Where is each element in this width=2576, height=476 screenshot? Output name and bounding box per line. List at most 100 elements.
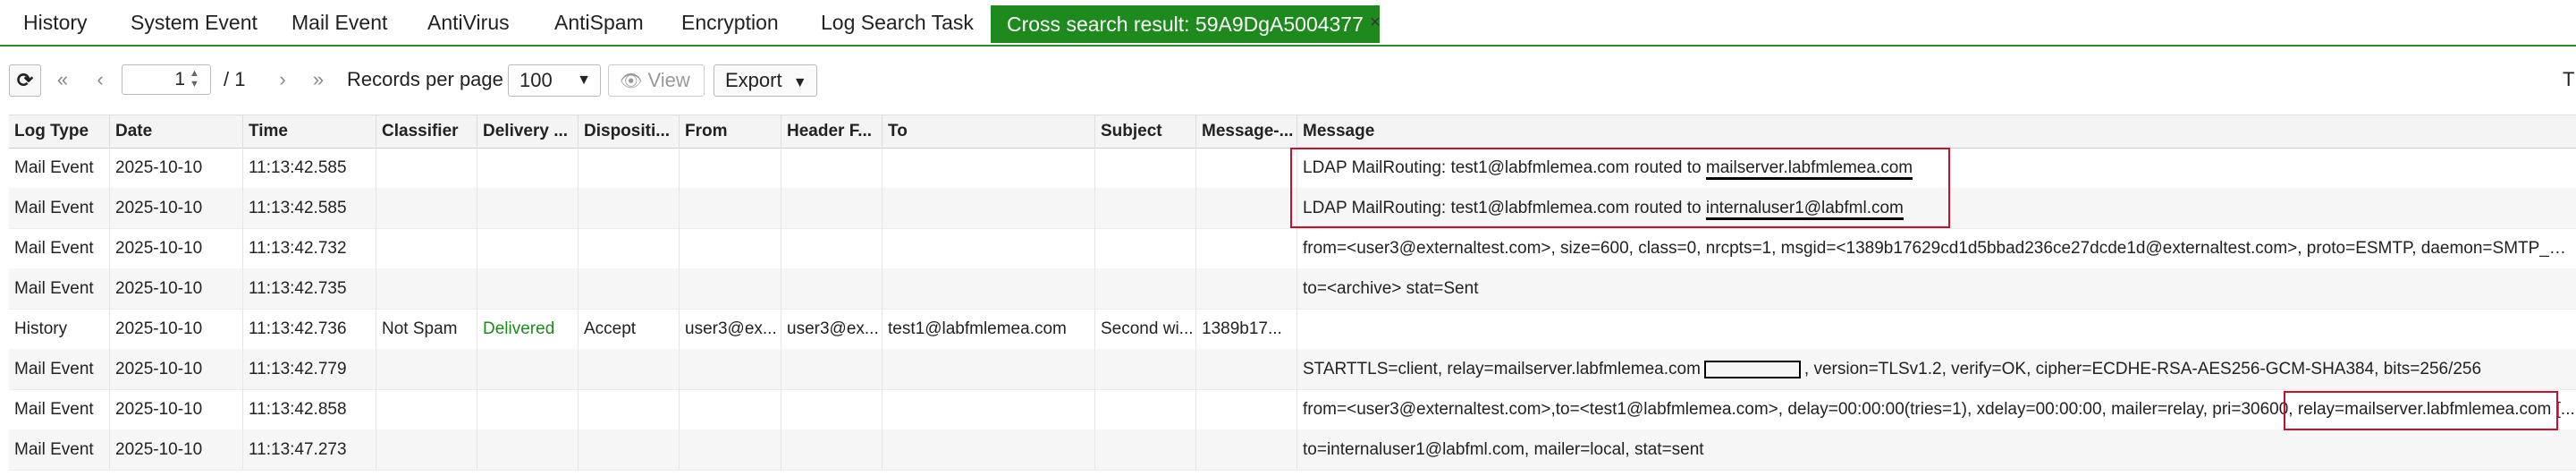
cell-message-id — [1196, 228, 1297, 268]
cell-message-id — [1196, 188, 1297, 228]
tab-mail-event[interactable]: Mail Event — [291, 7, 387, 38]
tab-system-event[interactable]: System Event — [131, 7, 258, 38]
cell-delivery — [477, 228, 579, 268]
column-header-header-from[interactable]: Header F... — [781, 115, 883, 148]
view-button[interactable]: 👁 View — [608, 64, 705, 97]
table-row[interactable]: Mail Event 2025-10-10 11:13:42.735 to=<arch… — [9, 268, 2576, 310]
first-page-icon[interactable]: « — [50, 64, 75, 95]
page-spinner-icon[interactable]: ▲ ▼ — [190, 68, 199, 89]
chevron-down-icon: ▼ — [577, 72, 591, 88]
table-row[interactable]: Mail Event 2025-10-10 11:13:42.585 LDAP Mai… — [9, 188, 2576, 229]
tab-history[interactable]: History — [23, 7, 88, 38]
cell-message-id — [1196, 268, 1297, 309]
log-tab-bar: History System Event Mail Event AntiViru… — [0, 0, 2576, 47]
cell-classifier — [376, 148, 477, 188]
cell-classifier — [376, 349, 477, 389]
cell-delivery — [477, 188, 579, 228]
records-per-page-value: 100 — [519, 69, 553, 91]
cell-delivery — [477, 268, 579, 309]
table-row[interactable]: Mail Event 2025-10-10 11:13:42.585 LDAP Mai… — [9, 148, 2576, 189]
tab-encryption[interactable]: Encryption — [681, 7, 779, 38]
cell-message-id — [1196, 389, 1297, 429]
cell-header-from — [781, 429, 883, 470]
cell-time: 11:13:42.858 — [243, 389, 376, 429]
tab-log-search-task[interactable]: Log Search Task — [821, 7, 974, 38]
cell-log-type: Mail Event — [9, 148, 110, 188]
cell-log-type: Mail Event — [9, 228, 110, 268]
column-header-subject[interactable]: Subject — [1095, 115, 1196, 148]
cell-to — [883, 349, 1095, 389]
cell-to — [883, 389, 1095, 429]
next-page-icon[interactable]: › — [270, 64, 295, 95]
cell-time: 11:13:42.735 — [243, 268, 376, 309]
cell-message: to=internaluser1@labfml.com, mailer=loca… — [1297, 429, 2576, 470]
cell-header-from — [781, 268, 883, 309]
tab-cross-search-result[interactable]: Cross search result: 59A9DgA5004377 — [991, 5, 1380, 43]
cell-header-from — [781, 148, 883, 188]
cell-subject — [1095, 228, 1196, 268]
cell-disposition — [579, 228, 680, 268]
cell-disposition — [579, 349, 680, 389]
tab-antispam[interactable]: AntiSpam — [554, 7, 644, 38]
cell-to — [883, 268, 1095, 309]
cell-subject — [1095, 349, 1196, 389]
cell-disposition — [579, 429, 680, 470]
cell-from — [680, 148, 781, 188]
column-header-classifier[interactable]: Classifier — [376, 115, 477, 148]
refresh-icon[interactable]: ⟳ — [9, 64, 41, 97]
cell-message: LDAP MailRouting: test1@labfmlemea.com r… — [1297, 148, 2576, 188]
close-tab-icon[interactable]: × — [1370, 13, 1381, 33]
records-per-page-select[interactable]: 100 ▼ — [508, 64, 601, 97]
cell-message — [1297, 309, 2576, 349]
column-header-message[interactable]: Message — [1297, 115, 2576, 148]
cell-to — [883, 429, 1095, 470]
cell-classifier — [376, 429, 477, 470]
column-header-from[interactable]: From — [680, 115, 781, 148]
table-row[interactable]: Mail Event 2025-10-10 11:13:42.779 STARTTLS… — [9, 349, 2576, 390]
column-header-log-type[interactable]: Log Type — [9, 115, 110, 148]
cell-classifier — [376, 268, 477, 309]
cell-time: 11:13:42.732 — [243, 228, 376, 268]
table-row[interactable]: Mail Event 2025-10-10 11:13:47.273 to=inter… — [9, 429, 2576, 471]
tab-antivirus[interactable]: AntiVirus — [427, 7, 510, 38]
cell-classifier: Not Spam — [376, 309, 477, 349]
export-button-label: Export — [725, 69, 782, 91]
prev-page-icon[interactable]: ‹ — [88, 64, 113, 95]
column-header-delivery[interactable]: Delivery ... — [477, 115, 579, 148]
cell-header-from — [781, 188, 883, 228]
column-header-date[interactable]: Date — [110, 115, 243, 148]
message-text: from=<user3@externaltest.com>,to=<test1@… — [1303, 400, 2575, 419]
cell-time: 11:13:42.585 — [243, 188, 376, 228]
cell-date: 2025-10-10 — [110, 389, 243, 429]
cell-to — [883, 188, 1095, 228]
cell-subject — [1095, 429, 1196, 470]
cell-date: 2025-10-10 — [110, 309, 243, 349]
column-header-time[interactable]: Time — [243, 115, 376, 148]
cell-header-from — [781, 389, 883, 429]
export-button[interactable]: Export ▼ — [714, 64, 817, 97]
cell-disposition: Accept — [579, 309, 680, 349]
cell-subject — [1095, 389, 1196, 429]
cell-disposition — [579, 188, 680, 228]
cell-message: to=<archive> stat=Sent — [1297, 268, 2576, 309]
column-header-to[interactable]: To — [883, 115, 1095, 148]
cell-time: 11:13:42.585 — [243, 148, 376, 188]
table-row[interactable]: Mail Event 2025-10-10 11:13:42.732 from=<us… — [9, 228, 2576, 269]
cell-disposition — [579, 389, 680, 429]
cell-message: from=<user3@externaltest.com>,to=<test1@… — [1297, 389, 2576, 429]
cell-classifier — [376, 389, 477, 429]
table-row[interactable]: Mail Event 2025-10-10 11:13:42.858 from=<us… — [9, 389, 2576, 430]
last-page-icon[interactable]: » — [306, 64, 331, 95]
message-text: to=internaluser1@labfml.com, mailer=loca… — [1303, 440, 1704, 459]
column-header-message-id[interactable]: Message-... — [1196, 115, 1297, 148]
column-header-disposition[interactable]: Dispositi... — [579, 115, 680, 148]
cell-message-id — [1196, 349, 1297, 389]
cell-subject — [1095, 148, 1196, 188]
cell-date: 2025-10-10 — [110, 268, 243, 309]
cell-delivery — [477, 148, 579, 188]
cell-message: STARTTLS=client, relay=mailserver.labfml… — [1297, 349, 2576, 389]
cell-message: LDAP MailRouting: test1@labfmlemea.com r… — [1297, 188, 2576, 228]
table-row[interactable]: History 2025-10-10 11:13:42.736 Not Spam Del… — [9, 309, 2576, 350]
chevron-down-icon: ▼ — [792, 75, 807, 90]
records-per-page-label: Records per page — [347, 68, 503, 90]
